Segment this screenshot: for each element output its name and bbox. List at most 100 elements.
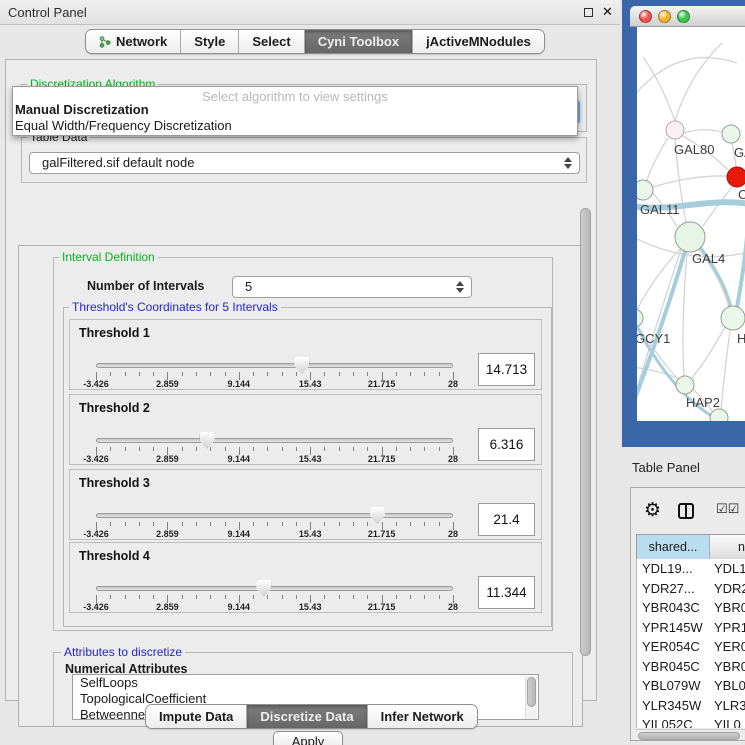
threshold-panel-4: Threshold 4-3.4262.8599.14415.4321.71528 xyxy=(69,542,542,613)
table-row[interactable]: YIL052CYIL0 xyxy=(637,715,745,728)
tab-select[interactable]: Select xyxy=(239,30,304,53)
threshold-slider-track[interactable] xyxy=(96,363,453,368)
table-data-select[interactable]: galFiltered.sif default node xyxy=(29,152,580,174)
popup-item-equal-width[interactable]: Equal Width/Frequency Discretization xyxy=(15,118,232,133)
cell-shared-name: YBR045C xyxy=(642,657,700,677)
HAP2-node[interactable] xyxy=(676,376,694,394)
threshold-label: Threshold 1 xyxy=(79,326,150,340)
GCY1-node[interactable] xyxy=(637,309,643,327)
tab-style[interactable]: Style xyxy=(181,30,239,53)
bottom-node[interactable] xyxy=(710,409,728,421)
tab-label: Cyni Toolbox xyxy=(318,34,399,49)
threshold-value-field[interactable] xyxy=(478,353,535,386)
algorithm-dropdown-popup: Select algorithm to view settings Manual… xyxy=(12,86,578,136)
checkbox-checked-icon[interactable]: ☑☑ xyxy=(716,502,739,517)
network-edge[interactable] xyxy=(653,176,727,187)
table-body[interactable]: YDL19...YDL1YDR27...YDR2YBR043CYBR0YPR14… xyxy=(636,559,745,728)
network-edge[interactable] xyxy=(721,330,730,409)
threshold-slider-track[interactable] xyxy=(96,586,453,591)
GAL11-node[interactable] xyxy=(637,180,653,200)
attribute-item[interactable]: SelfLoops xyxy=(73,675,538,691)
table-row[interactable]: YLR345WYLR3 xyxy=(637,696,745,716)
table-row[interactable]: YDL19...YDL1 xyxy=(637,559,745,579)
threshold-label: Threshold 3 xyxy=(79,476,150,490)
bottom-tab-discretize-data[interactable]: Discretize Data xyxy=(247,705,367,728)
cell-name: YBR0 xyxy=(714,657,745,677)
panel-title: Control Panel xyxy=(8,5,87,20)
cell-name: YER0 xyxy=(714,637,745,657)
network-edge[interactable] xyxy=(637,249,680,310)
top-tab-bar: Network Style Select Cyni Toolbox jActiveMNo… xyxy=(85,29,545,54)
main-scrollbar-thumb[interactable] xyxy=(580,208,591,656)
tab-label: Network xyxy=(116,34,167,49)
gear-icon[interactable]: ⚙ xyxy=(644,501,661,520)
table-panel: Table Panel ⚙ ☑☑ shared... na YDL19...YD… xyxy=(620,447,745,745)
popup-item-manual-discretization[interactable]: Manual Discretization xyxy=(15,102,149,117)
close-traffic-light[interactable] xyxy=(639,10,652,23)
network-canvas[interactable]: GAL80GALGAL11CGAL4GCY1HHAP2 xyxy=(637,27,745,421)
threshold-value-field[interactable] xyxy=(478,503,535,536)
node-label-h: H xyxy=(737,331,745,346)
float-window-icon[interactable] xyxy=(584,8,593,17)
column-header-shared[interactable]: shared... xyxy=(637,535,710,559)
network-edge-highlighted[interactable] xyxy=(737,212,745,307)
network-edge[interactable] xyxy=(683,252,687,376)
slider-tick-labels: -3.4262.8599.14415.4321.71528 xyxy=(96,454,453,465)
cell-shared-name: YER054C xyxy=(642,637,700,657)
table-row[interactable]: YBR045C YBR0 xyxy=(637,657,745,677)
split-column-icon[interactable] xyxy=(678,503,694,519)
network-view-window: GAL80GALGAL11CGAL4GCY1HHAP2 xyxy=(622,0,745,447)
network-edge[interactable] xyxy=(647,138,668,180)
network-edge[interactable] xyxy=(675,43,722,121)
num-intervals-value: 5 xyxy=(245,279,252,294)
num-intervals-select[interactable]: 5 xyxy=(232,276,472,298)
top-right-node[interactable] xyxy=(722,125,740,143)
num-intervals-label: Number of Intervals xyxy=(87,279,204,293)
threshold-slider-track[interactable] xyxy=(96,438,453,443)
network-edge[interactable] xyxy=(692,327,725,378)
minimize-traffic-light[interactable] xyxy=(658,10,671,23)
H-node[interactable] xyxy=(721,306,745,330)
node-label-gal4: GAL4 xyxy=(692,251,725,266)
column-header-name[interactable]: na xyxy=(711,535,745,559)
table-row[interactable]: YBL079WYBL0 xyxy=(637,676,745,696)
cell-name: YDR2 xyxy=(714,579,745,599)
combo-stepper-icon xyxy=(564,156,573,170)
table-row[interactable]: YBR043CYBR0 xyxy=(637,598,745,618)
threshold-slider-track[interactable] xyxy=(96,513,453,518)
attr-scroll-thumb[interactable] xyxy=(527,677,536,707)
table-panel-title: Table Panel xyxy=(632,460,700,475)
slider-tick-labels: -3.4262.8599.14415.4321.71528 xyxy=(96,602,453,613)
table-row[interactable]: YER054C YER0 xyxy=(637,637,745,657)
cyni-toolbox-page: Discretization Algorithm Table Data galF… xyxy=(5,59,597,701)
tab-cyni-toolbox[interactable]: Cyni Toolbox xyxy=(305,30,413,53)
tab-label: Select xyxy=(252,34,290,49)
tab-label: Style xyxy=(194,34,225,49)
hscroll-thumb[interactable] xyxy=(638,732,740,740)
threshold-value-field[interactable] xyxy=(478,576,535,609)
tab-network[interactable]: Network xyxy=(86,30,181,53)
GAL80-node[interactable] xyxy=(666,121,684,139)
close-icon[interactable]: ✕ xyxy=(602,4,613,20)
cell-name: YPR1 xyxy=(714,618,745,638)
bottom-tab-label: Impute Data xyxy=(159,709,233,724)
cell-shared-name: YIL052C xyxy=(642,715,693,728)
cell-shared-name: YLR345W xyxy=(642,696,701,716)
attr-list-scrollbar[interactable] xyxy=(525,676,537,720)
zoom-traffic-light[interactable] xyxy=(677,10,690,23)
tab-jactivemnodules[interactable]: jActiveMNodules xyxy=(413,30,544,53)
apply-button[interactable]: Apply xyxy=(273,731,343,745)
table-row[interactable]: YDR27...YDR2 xyxy=(637,579,745,599)
cell-shared-name: YDL19... xyxy=(642,559,693,579)
cell-shared-name: YPR145W xyxy=(642,618,703,638)
network-edge[interactable] xyxy=(684,130,722,133)
selected-red-node[interactable] xyxy=(727,167,745,187)
bottom-tab-impute-data[interactable]: Impute Data xyxy=(146,705,247,728)
slider-tick-labels: -3.4262.8599.14415.4321.71528 xyxy=(96,529,453,540)
GAL4-node[interactable] xyxy=(675,222,705,252)
bottom-tab-infer-network[interactable]: Infer Network xyxy=(368,705,477,728)
threshold-value-field[interactable] xyxy=(478,428,535,461)
cell-shared-name: YBR043C xyxy=(642,598,700,618)
table-hscrollbar[interactable] xyxy=(636,729,745,740)
table-row[interactable]: YPR145W YPR1 xyxy=(637,618,745,638)
